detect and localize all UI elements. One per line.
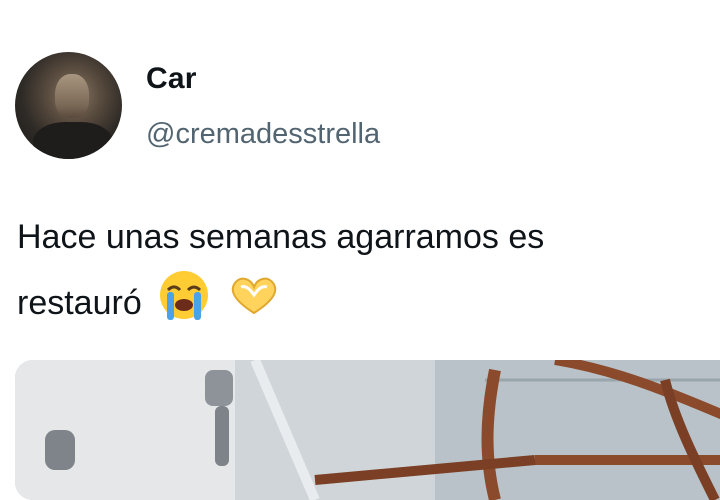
heart-hands-icon <box>227 273 281 337</box>
author-handle[interactable]: @cremadesstrella <box>146 118 380 151</box>
tweet-text: Hace unas semanas agarramos es restauró <box>17 206 720 342</box>
avatar-face <box>55 74 89 118</box>
tweet-text-line-2-text: restauró <box>17 283 142 322</box>
media-photo <box>15 360 720 500</box>
loudly-crying-face-icon <box>157 268 211 342</box>
avatar[interactable] <box>15 52 122 159</box>
tweet-text-line-1: Hace unas semanas agarramos es <box>17 218 545 256</box>
author-display-name[interactable]: Car <box>146 62 197 96</box>
tweet-text-line-2: restauró <box>17 268 720 342</box>
tweet-media-image[interactable] <box>15 360 720 500</box>
avatar-shoulder <box>33 122 113 159</box>
